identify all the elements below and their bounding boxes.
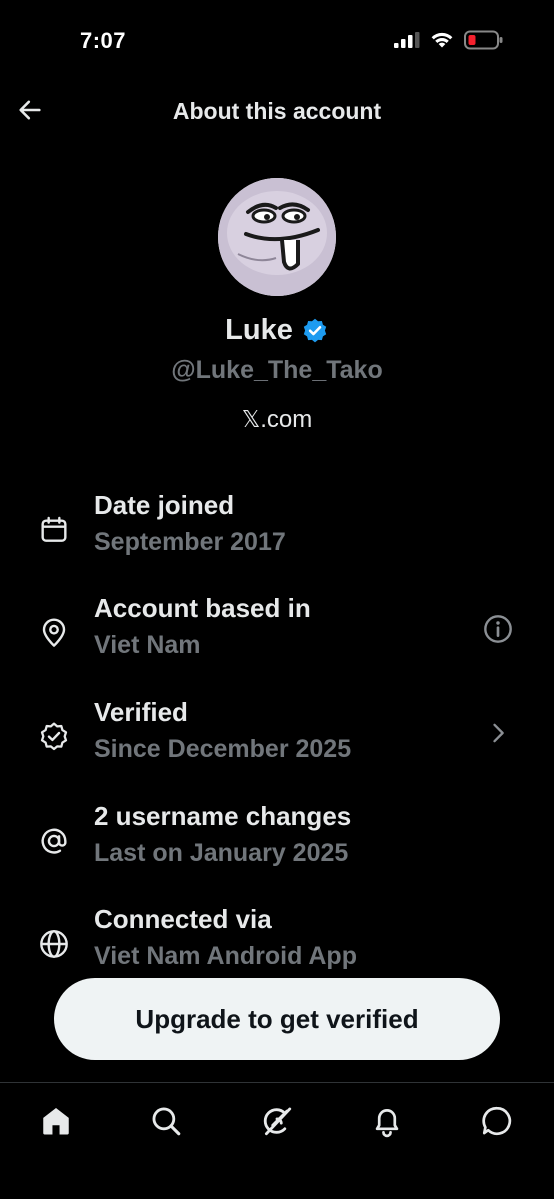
row-subtitle: Since December 2025	[94, 735, 352, 763]
page-title: About this account	[172, 98, 382, 124]
display-name: Luke	[225, 314, 293, 346]
calendar-icon	[36, 512, 72, 548]
row-title: Date joined	[94, 490, 235, 520]
tab-grok[interactable]	[257, 1101, 297, 1141]
grok-icon	[263, 1107, 292, 1136]
info-row-username-changes: 2 username changes Last on January 2025	[0, 801, 554, 897]
header: About this account	[0, 80, 554, 142]
info-icon[interactable]	[480, 611, 516, 647]
status-time: 7:07	[80, 28, 127, 53]
profile-name: Luke	[0, 314, 554, 347]
search-icon	[152, 1107, 181, 1136]
info-row-account-based-in: Account based in Viet Nam	[0, 593, 554, 689]
row-subtitle: Viet Nam	[94, 631, 201, 659]
info-row-date-joined: Date joined September 2017	[0, 490, 554, 586]
x-logo: 𝕏	[241, 407, 261, 433]
row-subtitle: September 2017	[94, 528, 286, 556]
site-domain: .com	[260, 406, 313, 433]
location-pin-icon	[36, 615, 72, 651]
row-title: 2 username changes	[94, 801, 352, 831]
row-title: Connected via	[94, 904, 272, 934]
tab-messages[interactable]	[477, 1101, 517, 1141]
row-title: Verified	[94, 697, 188, 727]
tab-home[interactable]	[36, 1101, 76, 1141]
upgrade-to-verified-button[interactable]: Upgrade to get verified	[54, 978, 500, 1060]
globe-icon	[36, 926, 72, 962]
cellular-signal-icon	[394, 32, 420, 48]
row-title: Account based in	[94, 593, 311, 623]
chevron-right-icon[interactable]	[480, 715, 516, 751]
verified-badge-icon	[303, 318, 327, 342]
avatar-image	[218, 178, 336, 296]
bottom-tab-bar	[0, 1082, 554, 1199]
tab-search[interactable]	[146, 1101, 186, 1141]
verified-badge-icon	[36, 719, 72, 755]
messages-icon	[482, 1106, 512, 1136]
tab-notifications[interactable]	[367, 1101, 407, 1141]
battery-icon	[464, 30, 503, 50]
wifi-icon	[431, 32, 453, 48]
info-row-verified[interactable]: Verified Since December 2025	[0, 697, 554, 793]
avatar[interactable]	[218, 178, 336, 296]
notifications-icon	[375, 1109, 399, 1138]
at-sign-icon	[36, 823, 72, 859]
home-icon	[43, 1107, 69, 1135]
row-subtitle: Last on January 2025	[94, 839, 349, 867]
status-icons	[394, 30, 504, 50]
status-bar: 7:07	[0, 0, 554, 80]
row-subtitle: Viet Nam Android App	[94, 942, 357, 970]
site-label: 𝕏.com	[0, 406, 554, 434]
username-handle: @Luke_The_Tako	[171, 356, 383, 384]
